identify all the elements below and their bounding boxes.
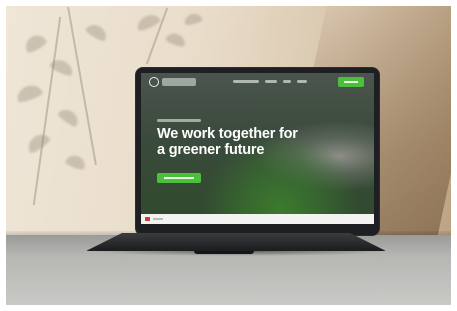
plant-leaf xyxy=(56,105,82,129)
plant-leaf xyxy=(21,31,49,55)
plant-leaf xyxy=(24,130,52,155)
flag-icon xyxy=(145,217,150,221)
cookie-text xyxy=(153,218,163,220)
plant-leaf xyxy=(64,152,88,172)
logo-text xyxy=(162,78,196,86)
nav-link[interactable] xyxy=(297,80,307,83)
plant-leaf xyxy=(84,21,110,43)
hero-cta-label xyxy=(164,177,194,179)
laptop-screen-frame: We work together for a greener future xyxy=(136,68,379,235)
hero-cta-button[interactable] xyxy=(157,173,201,183)
nav-link[interactable] xyxy=(233,80,259,83)
hero-title-line2: a greener future xyxy=(157,142,265,158)
nav-link[interactable] xyxy=(265,80,277,83)
website-nav xyxy=(141,73,374,91)
nav-cta-label xyxy=(344,81,358,83)
cookie-bar xyxy=(141,214,374,224)
plant-leaf xyxy=(14,81,44,105)
nav-cta-button[interactable] xyxy=(338,77,364,87)
plant-leaf xyxy=(183,11,203,27)
laptop-base xyxy=(86,233,386,251)
hero-title-line1: We work together for xyxy=(157,126,298,142)
laptop-hinge xyxy=(194,251,254,254)
plant-leaf xyxy=(164,30,188,49)
logo-icon xyxy=(149,77,159,87)
hero-eyebrow xyxy=(157,119,201,122)
laptop-screen: We work together for a greener future xyxy=(141,73,374,224)
nav-link[interactable] xyxy=(283,80,291,83)
hero-title: We work together for a greener future xyxy=(157,126,317,158)
